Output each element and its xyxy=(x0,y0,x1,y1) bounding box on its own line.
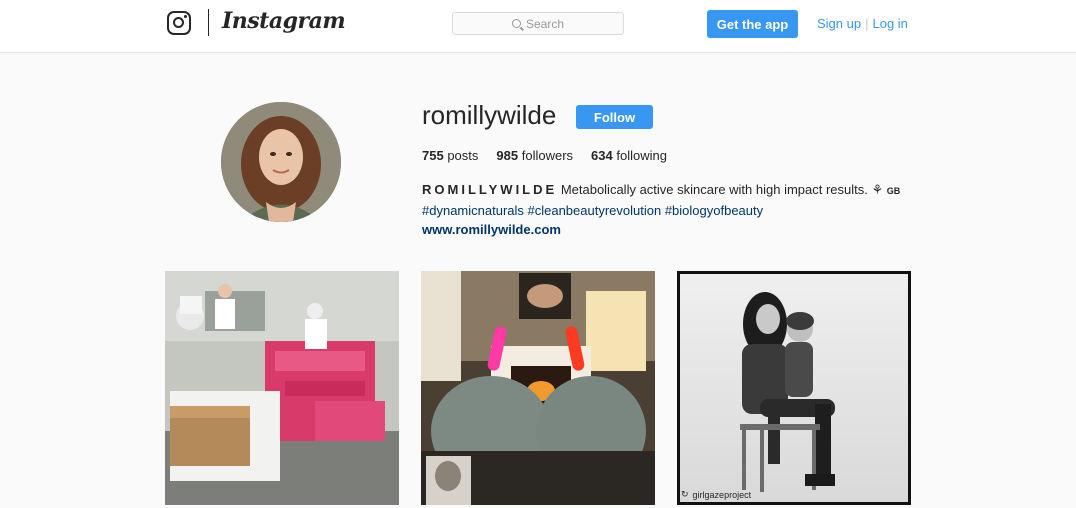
followers-stat[interactable]: 985 followers xyxy=(496,148,573,163)
search-input[interactable]: Search xyxy=(452,12,624,35)
repost-icon: ↻ xyxy=(681,489,689,499)
bio-line: ROMILLYWILDE Metabolically active skinca… xyxy=(422,180,900,201)
auth-links: Sign up | Log in xyxy=(817,16,908,31)
repost-credit-name: girlgazeproject xyxy=(692,489,752,500)
auth-separator: | xyxy=(865,16,869,31)
sign-up-link[interactable]: Sign up xyxy=(817,16,861,31)
profile-avatar xyxy=(221,102,341,222)
following-stat[interactable]: 634 following xyxy=(591,148,667,163)
bio-hashtags[interactable]: #dynamicnaturals #cleanbeautyrevolution … xyxy=(422,201,900,220)
log-in-link[interactable]: Log in xyxy=(872,16,907,31)
sprout-icon: ⚘ xyxy=(871,182,884,197)
bio-country: GB xyxy=(886,186,901,196)
repost-credit: ↻ girlgazeproject xyxy=(681,489,751,500)
profile-bio: ROMILLYWILDE Metabolically active skinca… xyxy=(422,180,900,239)
instagram-wordmark[interactable]: Instagram xyxy=(222,8,346,34)
post-thumbnail-factory[interactable] xyxy=(165,271,399,505)
follow-button[interactable]: Follow xyxy=(576,105,653,129)
instagram-camera-icon[interactable] xyxy=(167,11,191,35)
profile-website-link[interactable]: www.romillywilde.com xyxy=(422,220,900,239)
post-thumbnail-mother-child[interactable] xyxy=(677,271,911,505)
get-the-app-button[interactable]: Get the app xyxy=(707,10,798,38)
search-placeholder: Search xyxy=(525,16,565,31)
logo-divider xyxy=(208,9,209,36)
post-thumbnail-fireplace[interactable] xyxy=(421,271,655,505)
profile-stats: 755 posts 985 followers 634 following xyxy=(422,148,667,163)
bio-name: ROMILLYWILDE xyxy=(422,182,558,197)
search-icon xyxy=(511,19,521,28)
top-navigation-bar: Instagram Search Get the app Sign up | Log… xyxy=(0,0,1076,53)
posts-stat: 755 posts xyxy=(422,148,479,163)
bio-text: Metabolically active skincare with high … xyxy=(560,182,868,197)
profile-username: romillywilde xyxy=(422,100,557,130)
